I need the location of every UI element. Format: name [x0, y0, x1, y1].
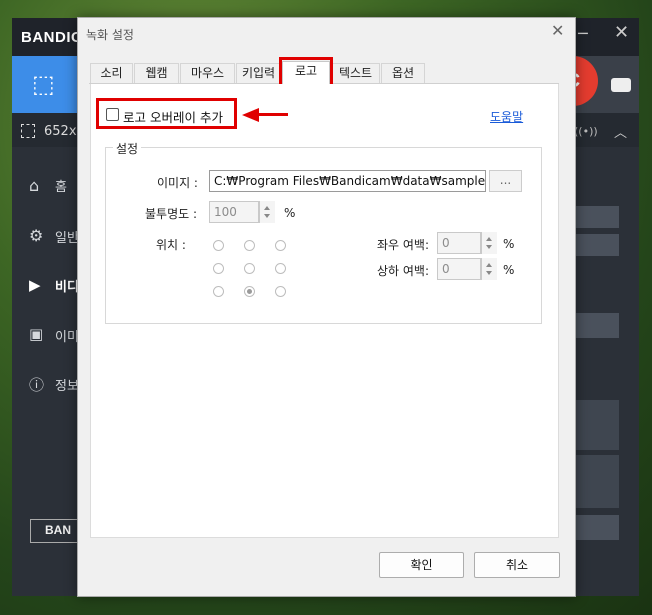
h-margin-stepper[interactable]: [481, 232, 497, 254]
v-margin-input[interactable]: 0: [437, 258, 481, 280]
stepper-up-icon[interactable]: [264, 206, 270, 210]
opacity-unit: %: [284, 206, 296, 220]
bandicam-logo: BANDIC: [21, 29, 83, 46]
dialog-title: 녹화 설정: [86, 28, 134, 42]
tab-options[interactable]: 옵션: [381, 63, 425, 83]
h-margin-input[interactable]: 0: [437, 232, 481, 254]
broadcast-icon: ((•)): [574, 125, 598, 138]
home-icon: ⌂: [29, 176, 40, 195]
annotation-arrow-shaft: [258, 113, 288, 116]
tab-webcam[interactable]: 웹캠: [134, 63, 179, 83]
stepper-up-icon[interactable]: [486, 263, 492, 267]
h-margin-label: 좌우 여백:: [377, 238, 430, 252]
sidebar-item-home[interactable]: 홈: [55, 176, 67, 195]
region-icon: [21, 124, 35, 138]
gear-icon: ⚙: [29, 226, 44, 245]
tab-sound[interactable]: 소리: [90, 63, 133, 83]
tab-mouse[interactable]: 마우스: [180, 63, 235, 83]
cursor-select-icon: ⬚: [32, 70, 55, 98]
close-icon[interactable]: ✕: [614, 22, 629, 43]
video-icon: ▶: [29, 276, 41, 294]
sidebar-item-info[interactable]: 정보: [55, 375, 79, 394]
position-bottom-center-radio[interactable]: [244, 286, 255, 297]
stepper-down-icon[interactable]: [486, 271, 492, 275]
tab-text[interactable]: 텍스트: [331, 63, 380, 83]
cancel-button[interactable]: 취소: [474, 552, 560, 578]
position-middle-right-radio[interactable]: [275, 263, 286, 274]
opacity-label: 불투명도 :: [145, 207, 198, 221]
ok-button[interactable]: 확인: [379, 552, 464, 578]
v-margin-unit: %: [503, 263, 515, 277]
settings-group-label: 설정: [113, 140, 142, 157]
camera-icon[interactable]: [611, 78, 631, 92]
h-margin-unit: %: [503, 237, 515, 251]
position-bottom-left-radio[interactable]: [213, 286, 224, 297]
overlay-highlight-box: [96, 98, 237, 129]
position-top-center-radio[interactable]: [244, 240, 255, 251]
position-label: 위치 :: [156, 238, 186, 252]
chevron-up-icon[interactable]: ︿: [614, 122, 627, 141]
opacity-stepper[interactable]: [259, 201, 275, 223]
v-margin-label: 상하 여백:: [377, 264, 430, 278]
image-browse-button[interactable]: ...: [489, 170, 522, 192]
sidebar-item-general[interactable]: 일반: [55, 227, 79, 246]
position-middle-left-radio[interactable]: [213, 263, 224, 274]
sidebar-item-image[interactable]: 이미: [55, 326, 79, 345]
image-path-field[interactable]: C:₩Program Files₩Bandicam₩data₩sample.pn…: [209, 170, 486, 192]
position-bottom-right-radio[interactable]: [275, 286, 286, 297]
annotation-arrow-icon: [242, 108, 259, 122]
image-icon: ▣: [29, 325, 44, 343]
opacity-input[interactable]: 100: [209, 201, 259, 223]
stepper-up-icon[interactable]: [486, 237, 492, 241]
position-top-left-radio[interactable]: [213, 240, 224, 251]
stepper-down-icon[interactable]: [264, 214, 270, 218]
position-middle-center-radio[interactable]: [244, 263, 255, 274]
minimize-icon[interactable]: ─: [578, 24, 588, 43]
help-link[interactable]: 도움말: [490, 108, 523, 125]
info-icon: ⓘ: [29, 376, 45, 394]
image-label: 이미지 :: [157, 176, 198, 190]
v-margin-stepper[interactable]: [481, 258, 497, 280]
tab-keystroke[interactable]: 키입력: [236, 63, 281, 83]
sidebar-item-video[interactable]: 비디: [55, 276, 79, 295]
stepper-down-icon[interactable]: [486, 245, 492, 249]
rectangle-mode-button[interactable]: ⬚: [12, 56, 78, 113]
position-top-right-radio[interactable]: [275, 240, 286, 251]
dialog-close-icon[interactable]: ✕: [551, 23, 564, 39]
